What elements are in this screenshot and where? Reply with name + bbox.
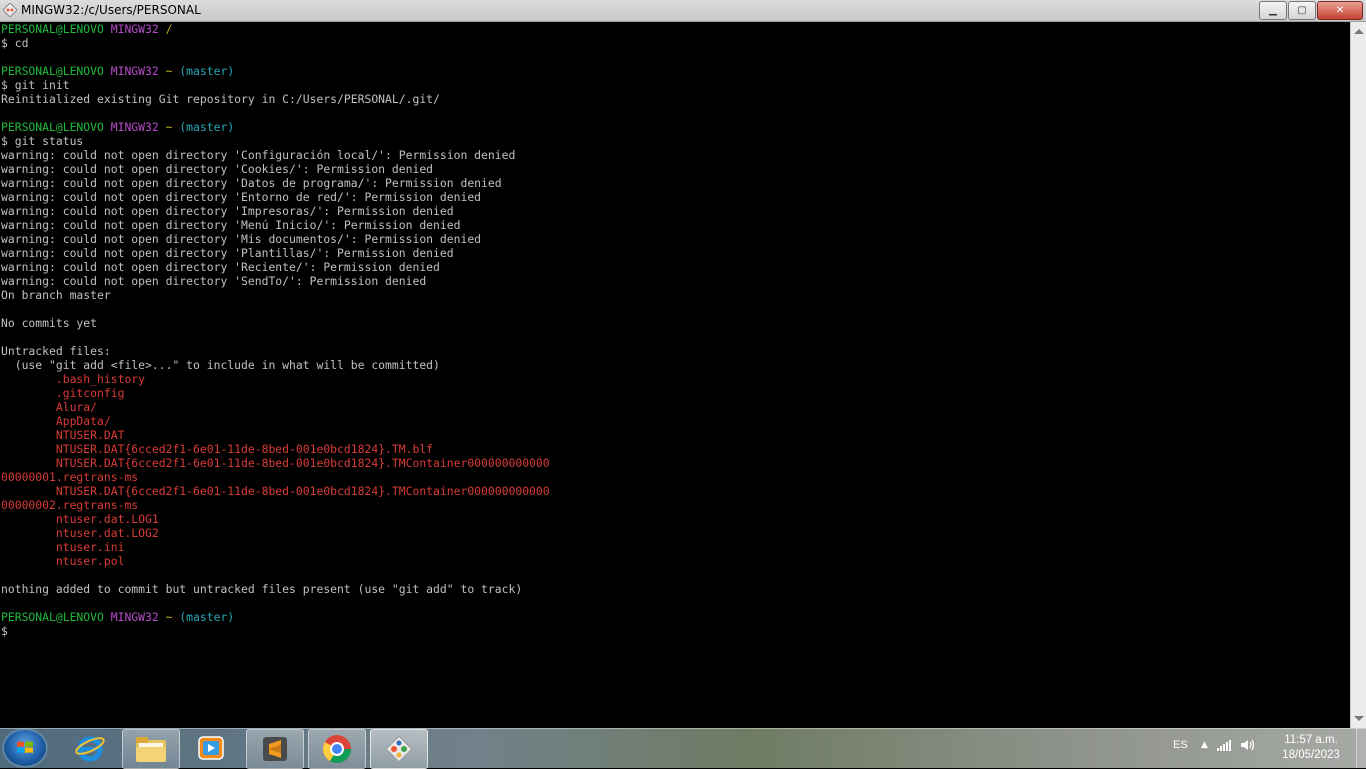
taskbar-chrome[interactable] (308, 729, 366, 769)
chrome-icon (323, 735, 351, 763)
taskbar-git-bash[interactable] (370, 729, 428, 769)
untracked-file-line: NTUSER.DAT{6cced2f1-6e01-11de-8bed-001e0… (1, 442, 434, 456)
language-indicator[interactable]: ES (1173, 739, 1188, 751)
terminal-output-line: On branch master (1, 288, 111, 302)
network-signal-icon[interactable] (1216, 738, 1232, 752)
prompt-path: ~ (165, 64, 173, 78)
untracked-file-line: .gitconfig (1, 386, 125, 400)
untracked-file-line: NTUSER.DAT (1, 428, 125, 442)
terminal-output-line: $ git status (1, 134, 84, 148)
terminal-output-line: Untracked files: (1, 344, 111, 358)
prompt-path: / (165, 22, 173, 36)
minimize-button[interactable]: ▁ (1259, 1, 1287, 20)
untracked-file-line: ntuser.dat.LOG2 (1, 526, 159, 540)
media-player-icon (198, 736, 224, 760)
untracked-file-line: ntuser.pol (1, 554, 125, 568)
clock-time: 11:57 a.m. (1284, 734, 1338, 746)
terminal-output-line: $ git init (1, 78, 70, 92)
sublime-text-icon (263, 737, 287, 761)
prompt-host: MINGW32 (110, 64, 159, 78)
untracked-file-line: ntuser.ini (1, 540, 125, 554)
start-button[interactable] (4, 730, 46, 766)
terminal-output-line: warning: could not open directory 'Confi… (1, 148, 516, 162)
internet-explorer-icon (75, 736, 105, 762)
maximize-button[interactable]: ▢ (1288, 1, 1316, 20)
window-title-bar[interactable]: MINGW32:/c/Users/PERSONAL ▁ ▢ ✕ (0, 0, 1366, 22)
scroll-down-arrow-icon[interactable] (1354, 716, 1364, 721)
untracked-file-line: AppData/ (1, 414, 111, 428)
windows-logo-icon (17, 741, 33, 753)
terminal-output-line: warning: could not open directory 'Datos… (1, 176, 502, 190)
taskbar-media-player[interactable] (183, 729, 239, 767)
close-icon: ✕ (1335, 5, 1345, 16)
close-button[interactable]: ✕ (1317, 1, 1363, 20)
vertical-scrollbar[interactable] (1350, 22, 1366, 728)
untracked-file-line: .bash_history (1, 372, 146, 386)
taskbar-sublime-text[interactable] (246, 729, 304, 769)
terminal-output-line: warning: could not open directory 'Cooki… (1, 162, 434, 176)
untracked-file-line: NTUSER.DAT{6cced2f1-6e01-11de-8bed-001e0… (1, 484, 550, 498)
show-hidden-icons-icon[interactable]: ▲ (1201, 740, 1208, 750)
taskbar-internet-explorer[interactable] (62, 729, 118, 767)
terminal-output-line: nothing added to commit but untracked fi… (1, 582, 523, 596)
terminal-prompt-line: PERSONAL@LENOVO MINGW32 ~ (master) (0, 610, 1350, 624)
prompt-user: PERSONAL@LENOVO (1, 610, 104, 624)
terminal-output-line: $ cd (1, 36, 29, 50)
prompt-branch: (master) (179, 610, 235, 624)
clock[interactable]: 11:57 a.m. 18/05/2023 (1276, 733, 1346, 763)
scroll-up-arrow-icon[interactable] (1354, 29, 1364, 34)
show-desktop-button[interactable] (1356, 728, 1366, 768)
prompt-user: PERSONAL@LENOVO (1, 64, 104, 78)
untracked-file-line: 00000001.regtrans-ms (1, 470, 139, 484)
prompt-host: MINGW32 (110, 22, 159, 36)
terminal-output-line: (use "git add <file>..." to include in w… (1, 358, 440, 372)
clock-date: 18/05/2023 (1282, 749, 1340, 761)
untracked-file-line: 00000002.regtrans-ms (1, 498, 139, 512)
untracked-file-line: ntuser.dat.LOG1 (1, 512, 159, 526)
terminal-output-line: No commits yet (1, 316, 98, 330)
git-bash-app-icon (3, 3, 17, 17)
taskbar (0, 728, 1366, 769)
window-controls: ▁ ▢ ✕ (1258, 1, 1363, 20)
terminal-output-line: warning: could not open directory 'Menú … (1, 218, 461, 232)
untracked-file-line: NTUSER.DAT{6cced2f1-6e01-11de-8bed-001e0… (1, 456, 550, 470)
system-tray: ▲ (1201, 738, 1256, 752)
terminal-output-line: warning: could not open directory 'SendT… (1, 274, 427, 288)
terminal-output-line: warning: could not open directory 'Plant… (1, 246, 454, 260)
terminal-output[interactable]: PERSONAL@LENOVO MINGW32 /$ cd PERSONAL@LE… (0, 22, 1350, 728)
terminal-output-line: warning: could not open directory 'Impre… (1, 204, 454, 218)
prompt-path: ~ (165, 610, 173, 624)
terminal-output-line: $ (1, 624, 8, 638)
terminal-output-line: warning: could not open directory 'Mis d… (1, 232, 482, 246)
taskbar-file-explorer[interactable] (122, 729, 180, 769)
prompt-branch: (master) (179, 120, 235, 134)
prompt-user: PERSONAL@LENOVO (1, 120, 104, 134)
maximize-icon: ▢ (1297, 5, 1307, 16)
prompt-host: MINGW32 (110, 610, 159, 624)
terminal-output-line: Reinitialized existing Git repository in… (1, 92, 440, 106)
terminal-prompt-line: PERSONAL@LENOVO MINGW32 / (0, 22, 1350, 36)
prompt-path: ~ (165, 120, 173, 134)
prompt-branch: (master) (179, 64, 235, 78)
window-title: MINGW32:/c/Users/PERSONAL (21, 3, 201, 17)
prompt-host: MINGW32 (110, 120, 159, 134)
terminal-output-line: warning: could not open directory 'Recie… (1, 260, 440, 274)
volume-icon[interactable] (1240, 738, 1256, 752)
minimize-icon: ▁ (1269, 5, 1277, 16)
terminal-prompt-line: PERSONAL@LENOVO MINGW32 ~ (master) (0, 120, 1350, 134)
untracked-file-line: Alura/ (1, 400, 98, 414)
git-icon (385, 735, 413, 763)
folder-icon (136, 737, 166, 762)
terminal-output-line: warning: could not open directory 'Entor… (1, 190, 482, 204)
terminal-prompt-line: PERSONAL@LENOVO MINGW32 ~ (master) (0, 64, 1350, 78)
prompt-user: PERSONAL@LENOVO (1, 22, 104, 36)
